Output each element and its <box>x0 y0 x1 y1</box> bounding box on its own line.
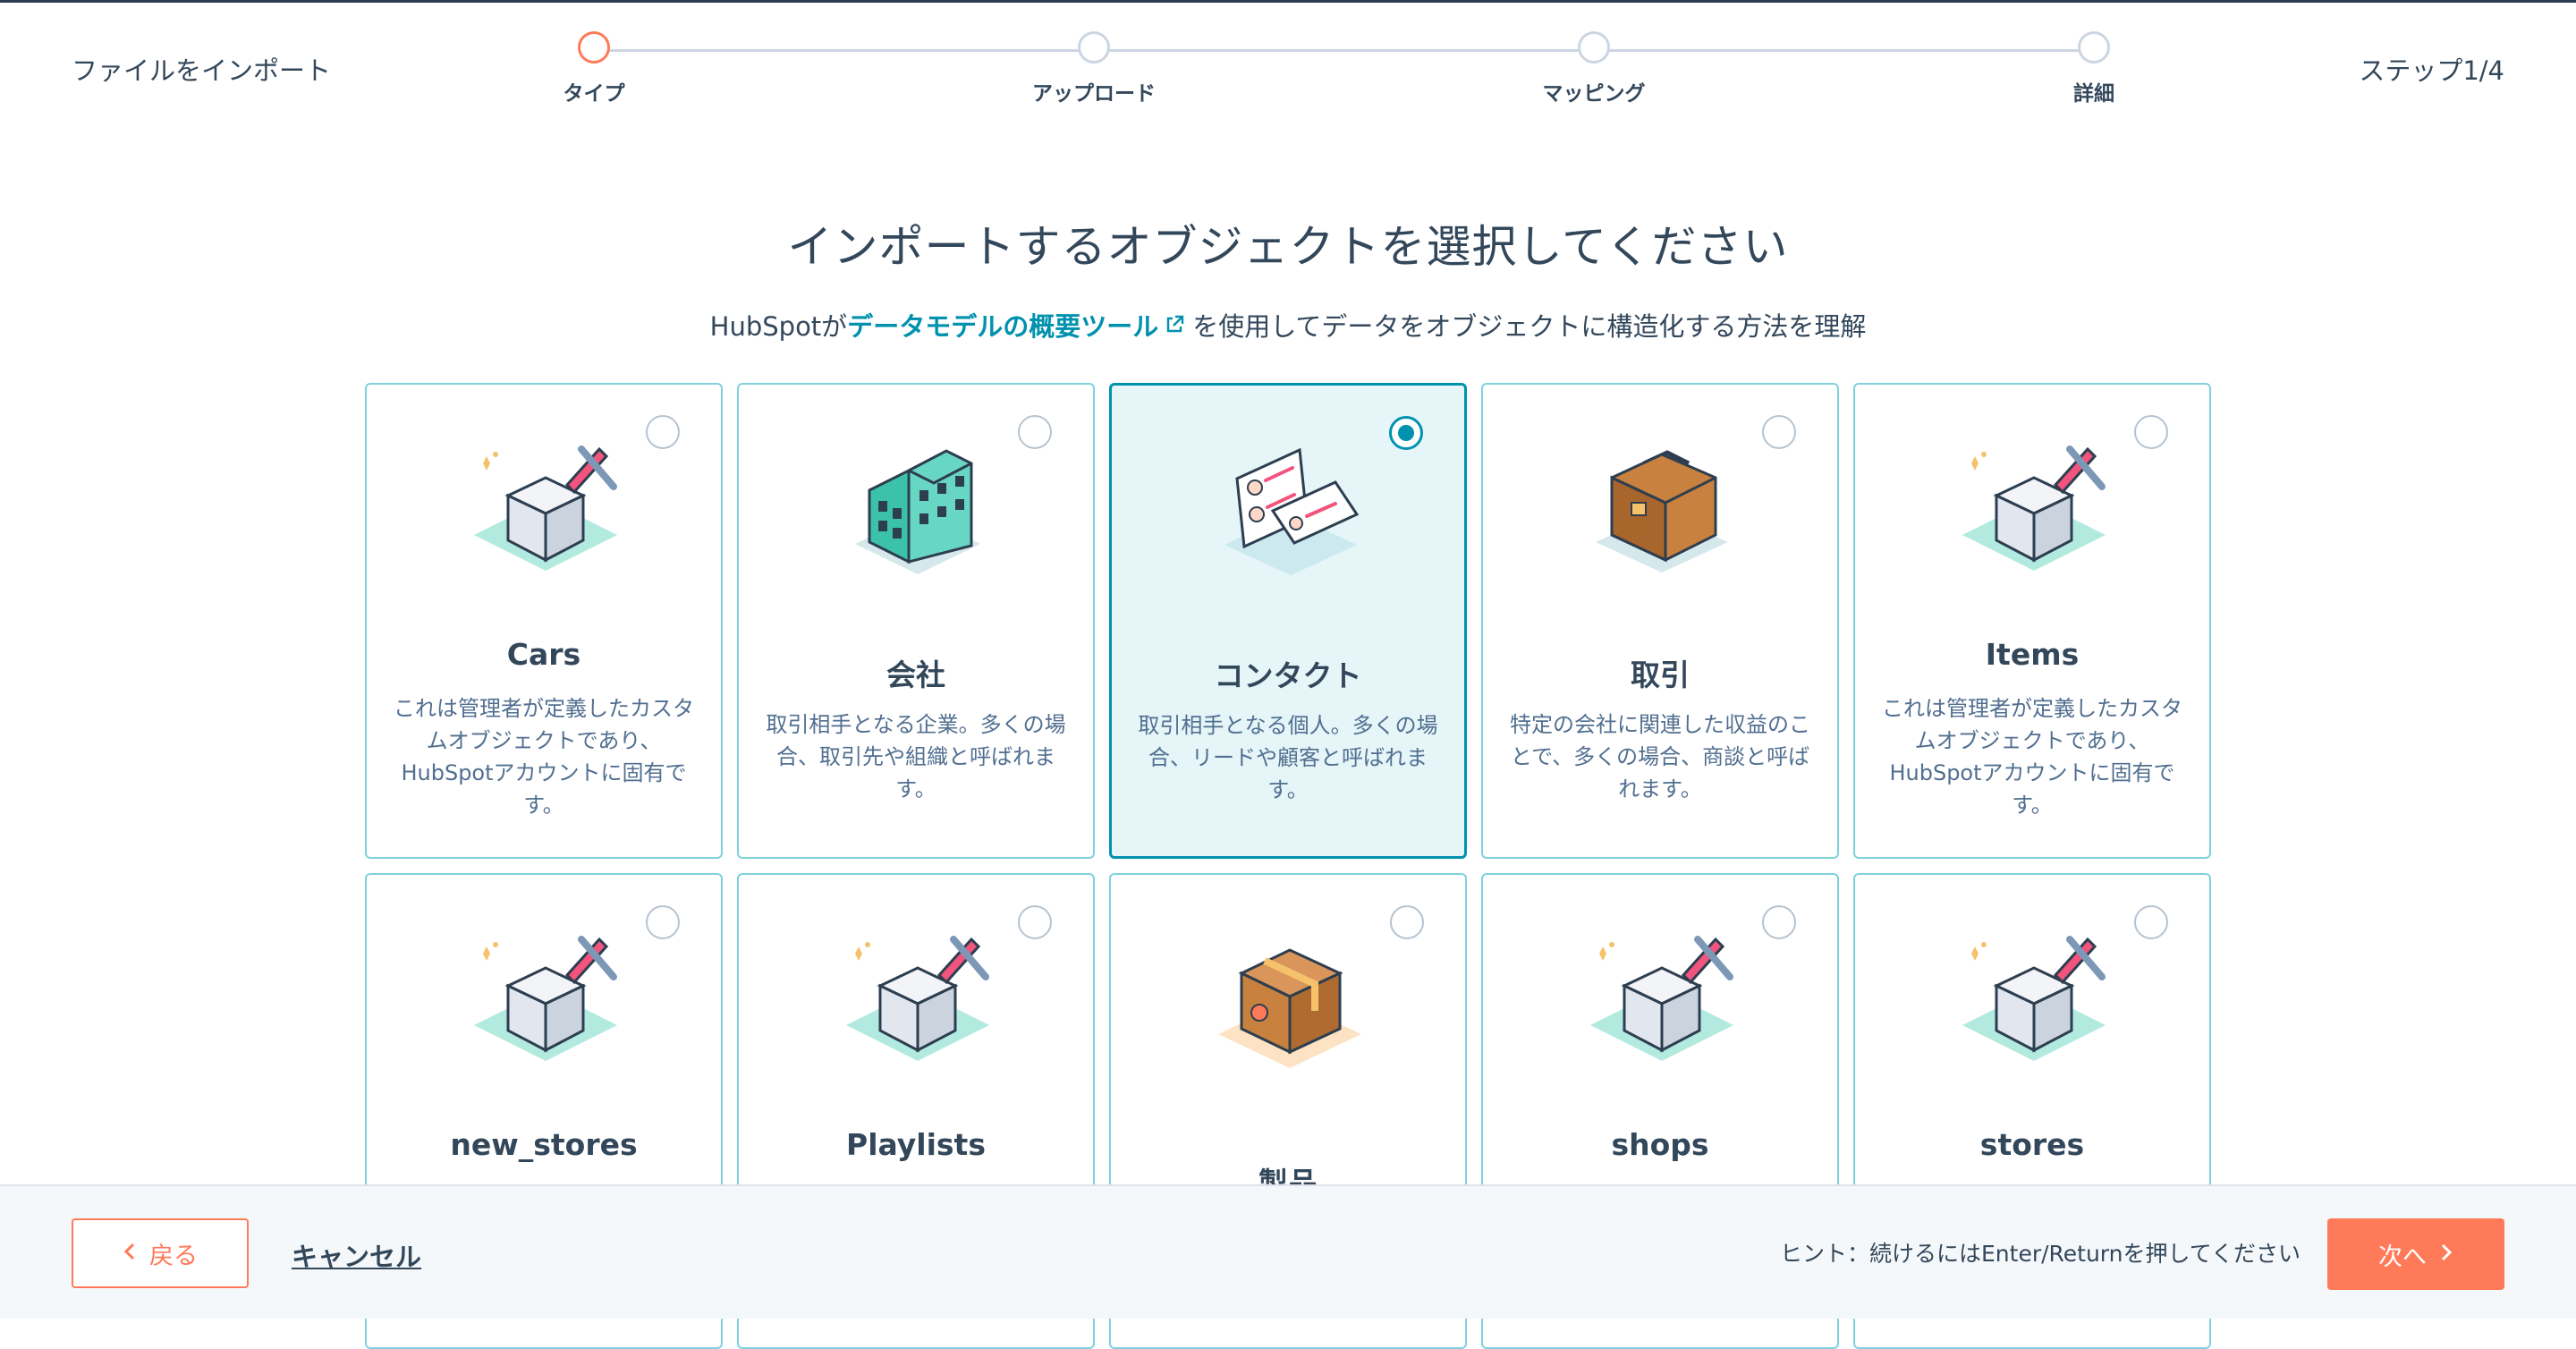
contact-card-icon <box>1210 428 1371 590</box>
radio-button[interactable] <box>1018 905 1052 939</box>
next-button-label: 次へ <box>2378 1243 2427 1271</box>
company-building-icon <box>837 428 998 589</box>
card-description: これは管理者が定義したカスタムオブジェクトであり、HubSpotアカウントに固有… <box>394 696 694 818</box>
chevron-right-icon <box>2439 1241 2453 1268</box>
card-description: 取引相手となる個人。多くの場合、リードや顧客と呼ばれます。 <box>1138 713 1438 802</box>
external-link-icon <box>1164 311 1185 342</box>
radio-button[interactable] <box>646 905 680 939</box>
step-type: タイプ <box>504 31 683 106</box>
object-card-contact[interactable]: コンタクト 取引相手となる個人。多くの場合、リードや顧客と呼ばれます。 <box>1109 383 1467 859</box>
subheading: HubSpotがデータモデルの概要ツール を使用してデータをオブジェクトに構造化す… <box>0 306 2576 345</box>
step-label: 詳細 <box>2073 82 2114 106</box>
step-upload: アップロード <box>1004 31 1183 106</box>
card-description: これは管理者が定義したカスタムオブジェクトであり、HubSpotアカウントに固有… <box>1882 696 2182 818</box>
card-title: Items <box>1985 637 2080 672</box>
object-card-company[interactable]: 会社 取引相手となる企業。多くの場合、取引先や組織と呼ばれます。 <box>737 383 1095 859</box>
top-border <box>0 0 2576 3</box>
object-card-items[interactable]: Items これは管理者が定義したカスタムオブジェクトであり、HubSpotアカ… <box>1853 383 2211 859</box>
card-title: Cars <box>506 637 581 672</box>
step-details: 詳細 <box>2004 31 2183 106</box>
page-title: ファイルをインポート <box>72 55 332 86</box>
step-indicator <box>1078 31 1110 64</box>
chevron-left-icon <box>123 1240 137 1268</box>
custom-object-icon <box>1581 918 1742 1079</box>
product-box-icon <box>1209 918 1370 1079</box>
step-label: マッピング <box>1542 82 1646 106</box>
data-model-overview-link[interactable]: データモデルの概要ツール <box>847 311 1158 342</box>
custom-object-icon <box>1953 428 2114 589</box>
keyboard-hint: ヒント：続けるにはEnter/Returnを押してください <box>1780 1241 2301 1267</box>
step-indicator <box>578 31 610 64</box>
subheading-suffix: を使用してデータをオブジェクトに構造化する方法を理解 <box>1192 311 1867 342</box>
object-card-deal[interactable]: 取引 特定の会社に関連した収益のことで、多くの場合、商談と呼ばれます。 <box>1481 383 1839 859</box>
step-label: タイプ <box>563 82 625 106</box>
card-title: shops <box>1611 1127 1709 1162</box>
radio-button[interactable] <box>646 415 680 449</box>
radio-button[interactable] <box>1762 415 1796 449</box>
next-button[interactable]: 次へ <box>2327 1218 2504 1290</box>
radio-button[interactable] <box>2134 415 2168 449</box>
card-title: コンタクト <box>1214 658 1362 693</box>
card-title: 取引 <box>1631 658 1690 692</box>
card-title: new_stores <box>450 1127 638 1162</box>
card-title: stores <box>1979 1127 2085 1162</box>
radio-button[interactable] <box>2134 905 2168 939</box>
subheading-prefix: HubSpotが <box>709 311 848 342</box>
step-label: アップロード <box>1032 82 1156 106</box>
custom-object-icon <box>465 428 626 589</box>
card-description: 特定の会社に関連した収益のことで、多くの場合、商談と呼ばれます。 <box>1510 712 1810 802</box>
card-title: Playlists <box>846 1127 986 1162</box>
step-indicator <box>1578 31 1610 64</box>
deal-briefcase-icon <box>1581 428 1742 589</box>
card-title: 会社 <box>886 658 945 692</box>
back-button[interactable]: 戻る <box>72 1218 249 1288</box>
cancel-link[interactable]: キャンセル <box>292 1236 421 1274</box>
footer-bar: 戻る キャンセル ヒント：続けるにはEnter/Returnを押してください 次… <box>0 1184 2576 1319</box>
custom-object-icon <box>465 918 626 1079</box>
main-heading: インポートするオブジェクトを選択してください <box>787 221 1789 273</box>
back-button-label: 戻る <box>149 1242 198 1270</box>
object-card-cars[interactable]: Cars これは管理者が定義したカスタムオブジェクトであり、HubSpotアカウ… <box>365 383 723 859</box>
custom-object-icon <box>1953 918 2114 1079</box>
radio-button[interactable] <box>1390 905 1424 939</box>
card-description: 取引相手となる企業。多くの場合、取引先や組織と呼ばれます。 <box>766 712 1066 802</box>
radio-button-selected[interactable] <box>1389 416 1423 450</box>
custom-object-icon <box>837 918 998 1079</box>
step-indicator <box>2078 31 2110 64</box>
radio-button[interactable] <box>1018 415 1052 449</box>
stepper-track <box>594 49 2094 52</box>
step-mapping: マッピング <box>1504 31 1683 106</box>
radio-button[interactable] <box>1762 905 1796 939</box>
step-counter: ステップ1/4 <box>2359 55 2504 86</box>
